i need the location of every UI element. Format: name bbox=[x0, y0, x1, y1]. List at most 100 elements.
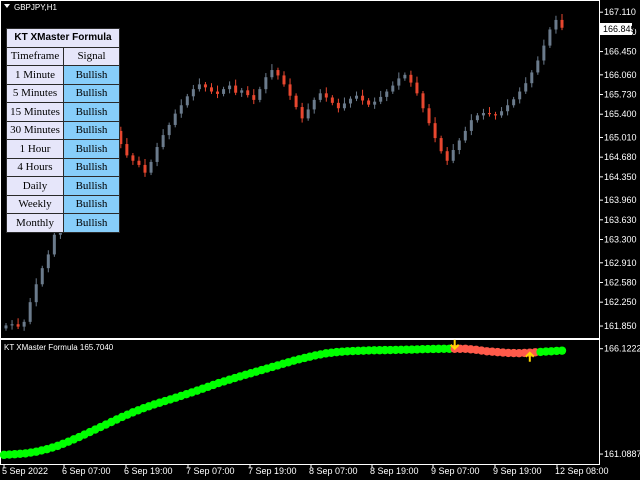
candle-body bbox=[524, 83, 528, 92]
candle-body bbox=[494, 114, 498, 116]
candle-body bbox=[481, 113, 485, 116]
candle-body bbox=[191, 89, 195, 97]
candle-body bbox=[451, 150, 455, 161]
timeframe-cell: Monthly bbox=[6, 213, 64, 233]
candle-body bbox=[197, 84, 201, 90]
time-tick-label: 5 Sep 2022 bbox=[2, 466, 48, 476]
candle-body bbox=[264, 77, 268, 90]
time-tick-label: 8 Sep 07:00 bbox=[309, 466, 358, 476]
candle-body bbox=[10, 324, 14, 326]
timeframe-cell: 15 Minutes bbox=[6, 102, 64, 122]
price-tick-label: 163.960 bbox=[604, 195, 637, 205]
candle-body bbox=[421, 93, 425, 109]
signal-cell: Bullish bbox=[63, 83, 120, 103]
candle-body bbox=[161, 135, 165, 148]
indicator-axis: 166.1222 161.0887 bbox=[600, 344, 640, 459]
candle-body bbox=[149, 161, 153, 173]
candle-body bbox=[355, 95, 359, 99]
candle-body bbox=[560, 19, 564, 28]
candle-body bbox=[228, 85, 232, 90]
candle-body bbox=[252, 95, 256, 100]
candle-body bbox=[16, 324, 20, 327]
time-tick-label: 9 Sep 07:00 bbox=[431, 466, 480, 476]
candle-body bbox=[500, 111, 504, 116]
candle-body bbox=[52, 234, 56, 255]
time-tick-label: 7 Sep 19:00 bbox=[248, 466, 297, 476]
candle-body bbox=[554, 19, 558, 30]
candle-body bbox=[167, 124, 171, 136]
indicator-layer bbox=[0, 339, 567, 460]
candle-body bbox=[397, 78, 401, 86]
signal-row: Monthly Bullish bbox=[6, 213, 120, 233]
signal-cell: Bullish bbox=[63, 120, 120, 140]
timeframe-cell: 1 Hour bbox=[6, 139, 64, 159]
candle-body bbox=[222, 89, 226, 94]
candle-body bbox=[179, 105, 183, 114]
signal-row: Weekly Bullish bbox=[6, 194, 120, 214]
candle-body bbox=[282, 75, 286, 85]
candle-body bbox=[173, 113, 177, 125]
candle-body bbox=[203, 84, 207, 88]
candle-body bbox=[270, 70, 274, 78]
candle-body bbox=[518, 91, 522, 100]
candle-body bbox=[336, 102, 340, 109]
candle-body bbox=[385, 91, 389, 97]
candle-body bbox=[143, 164, 147, 173]
panel-title: KT XMaster Formula bbox=[6, 28, 120, 48]
price-tick-label: 166.060 bbox=[604, 70, 637, 80]
candle-body bbox=[433, 123, 437, 139]
timeframe-cell: Weekly bbox=[6, 194, 64, 214]
candle-body bbox=[240, 90, 244, 93]
time-tick-label: 6 Sep 07:00 bbox=[62, 466, 111, 476]
timeframe-cell: 1 Minute bbox=[6, 65, 64, 85]
candle-body bbox=[318, 93, 322, 100]
signal-cell: Bullish bbox=[63, 102, 120, 122]
candle-body bbox=[46, 254, 50, 269]
price-tick-label: 166.450 bbox=[604, 47, 637, 57]
signal-cell: Bullish bbox=[63, 65, 120, 85]
price-tick-label: 162.910 bbox=[604, 258, 637, 268]
price-tick-label: 167.110 bbox=[604, 7, 636, 17]
signal-cell: Bullish bbox=[63, 157, 120, 177]
candle-body bbox=[342, 103, 346, 109]
candle-body bbox=[324, 93, 328, 98]
price-tick-label: 163.630 bbox=[604, 215, 637, 225]
candle-body bbox=[439, 138, 443, 152]
candle-body bbox=[155, 147, 159, 162]
candle-body bbox=[427, 108, 431, 124]
time-tick-label: 6 Sep 19:00 bbox=[124, 466, 173, 476]
price-tick-label: 165.010 bbox=[604, 132, 637, 142]
price-axis: 167.110166.780166.450166.060165.730165.4… bbox=[600, 7, 637, 331]
candle-body bbox=[475, 115, 479, 121]
candle-body bbox=[542, 45, 546, 61]
candle-body bbox=[487, 113, 491, 115]
candle-body bbox=[361, 95, 365, 101]
timeframe-cell: 5 Minutes bbox=[6, 83, 64, 103]
signal-row: Daily Bullish bbox=[6, 176, 120, 196]
candle-body bbox=[373, 101, 377, 105]
candle-body bbox=[530, 72, 534, 84]
candle-body bbox=[379, 96, 383, 102]
indicator-point bbox=[557, 346, 567, 355]
candle-body bbox=[312, 99, 316, 110]
candle-body bbox=[258, 89, 262, 100]
candle-body bbox=[506, 105, 510, 112]
candle-body bbox=[548, 29, 552, 46]
candle-body bbox=[216, 91, 220, 94]
candle-body bbox=[131, 155, 135, 161]
candle-body bbox=[536, 60, 540, 73]
price-tick-label: 161.850 bbox=[604, 321, 637, 331]
candle-body bbox=[185, 96, 189, 106]
price-tick-label: 165.400 bbox=[604, 109, 637, 119]
candle-body bbox=[306, 109, 310, 119]
candle-body bbox=[409, 74, 413, 83]
signal-cell: Bullish bbox=[63, 139, 120, 159]
signal-row: 15 Minutes Bullish bbox=[6, 102, 120, 122]
candle-body bbox=[34, 284, 38, 303]
current-price-label: 166.849 bbox=[603, 24, 636, 34]
candle-body bbox=[348, 98, 352, 104]
symbol-dropdown-icon[interactable] bbox=[4, 4, 10, 8]
candle-body bbox=[445, 151, 449, 161]
candle-body bbox=[40, 268, 44, 285]
timeframe-cell: Daily bbox=[6, 176, 64, 196]
